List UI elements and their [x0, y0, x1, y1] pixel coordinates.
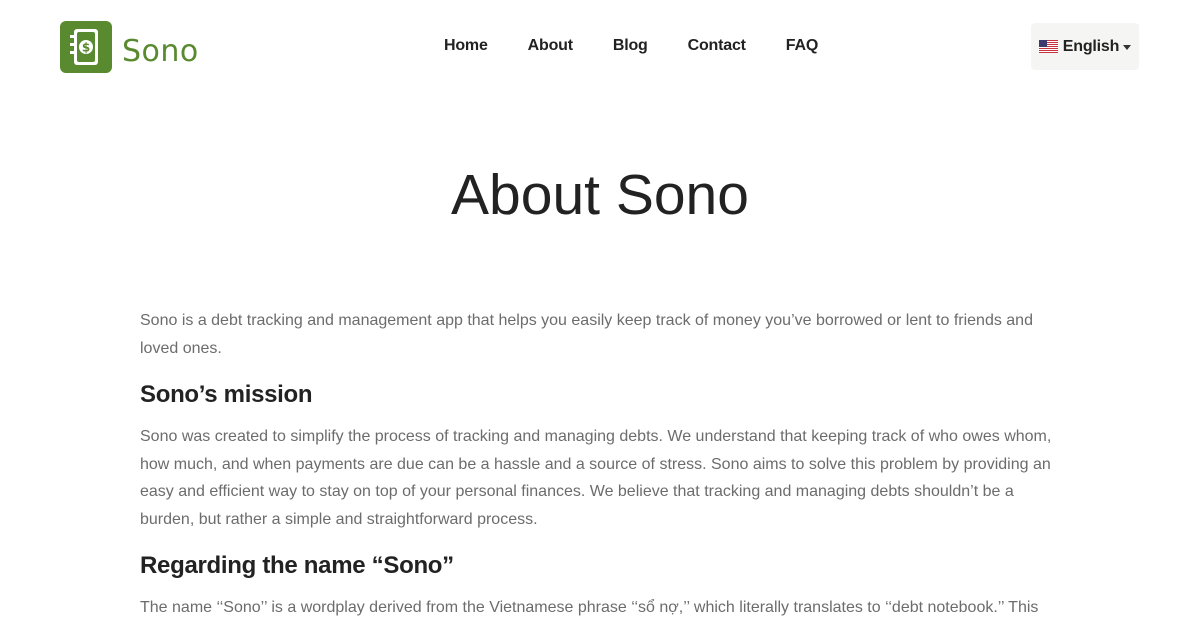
caret-down-icon [1123, 45, 1132, 50]
section-text-name: The name ‘‘Sono’’ is a wordplay derived … [140, 599, 1039, 616]
language-dropdown-button[interactable]: English [1031, 23, 1139, 70]
svg-text:$: $ [82, 41, 90, 55]
nav-item-about: About [508, 34, 593, 58]
brand-link[interactable]: $ Sono [60, 20, 199, 74]
section-text-mission: Sono was created to simplify the process… [140, 428, 1052, 528]
notebook-dollar-icon: $ [60, 21, 112, 73]
nav-link-contact[interactable]: Contact [668, 34, 766, 58]
nav-link-faq[interactable]: FAQ [766, 34, 838, 58]
brand-name: Sono [122, 33, 199, 69]
nav-link-home[interactable]: Home [424, 34, 508, 58]
nav-link-about[interactable]: About [508, 34, 593, 58]
us-flag-icon [1038, 40, 1058, 53]
about-content: Sono is a debt tracking and management a… [140, 307, 1060, 622]
page-title: About Sono [451, 163, 749, 227]
section-heading-mission: Sono’s mission [140, 381, 313, 408]
nav-link-blog[interactable]: Blog [593, 34, 668, 58]
nav-item-faq: FAQ [766, 34, 838, 58]
language-label: English [1062, 37, 1120, 55]
nav-item-home: Home [424, 34, 508, 58]
nav-item-blog: Blog [593, 34, 668, 58]
main-nav: Home About Blog Contact FAQ [424, 34, 838, 58]
section-heading-name: Regarding the name “Sono” [140, 552, 454, 579]
navbar: $ Sono Home About Blog Contact FAQ Engli… [0, 0, 1200, 92]
intro-paragraph: Sono is a debt tracking and management a… [140, 312, 1033, 357]
nav-item-contact: Contact [668, 34, 766, 58]
